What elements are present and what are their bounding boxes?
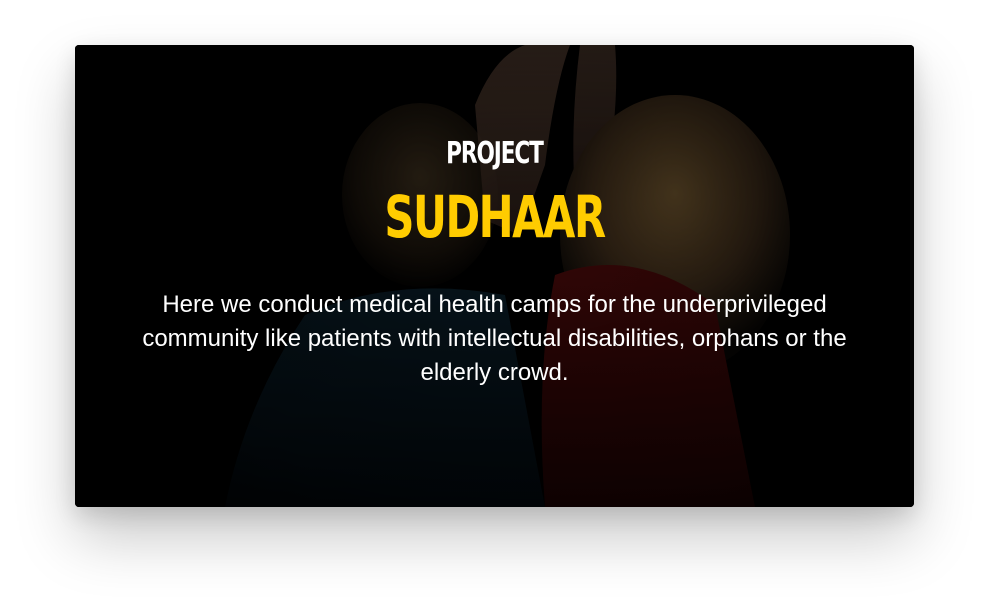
project-title: SUDHAAR [384, 183, 606, 251]
project-eyebrow: PROJECT [446, 136, 544, 171]
project-card[interactable]: PROJECT SUDHAAR Here we conduct medical … [75, 45, 914, 507]
card-content: PROJECT SUDHAAR Here we conduct medical … [75, 45, 914, 507]
page: PROJECT SUDHAAR Here we conduct medical … [0, 0, 989, 612]
project-description: Here we conduct medical health camps for… [142, 291, 847, 386]
